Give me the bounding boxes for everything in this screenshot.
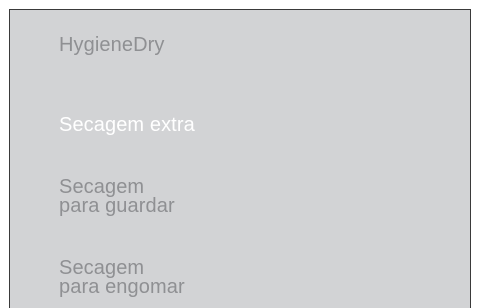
menu-item-hygienedry[interactable]: HygieneDry [59, 35, 164, 55]
menu-item-secagem-extra[interactable]: Secagem extra [59, 115, 195, 135]
menu-item-secagem-para-engomar[interactable]: Secagem para engomar [59, 258, 185, 297]
drying-program-menu: HygieneDry Secagem extra Secagem para gu… [9, 9, 471, 308]
menu-item-secagem-para-guardar[interactable]: Secagem para guardar [59, 177, 175, 216]
